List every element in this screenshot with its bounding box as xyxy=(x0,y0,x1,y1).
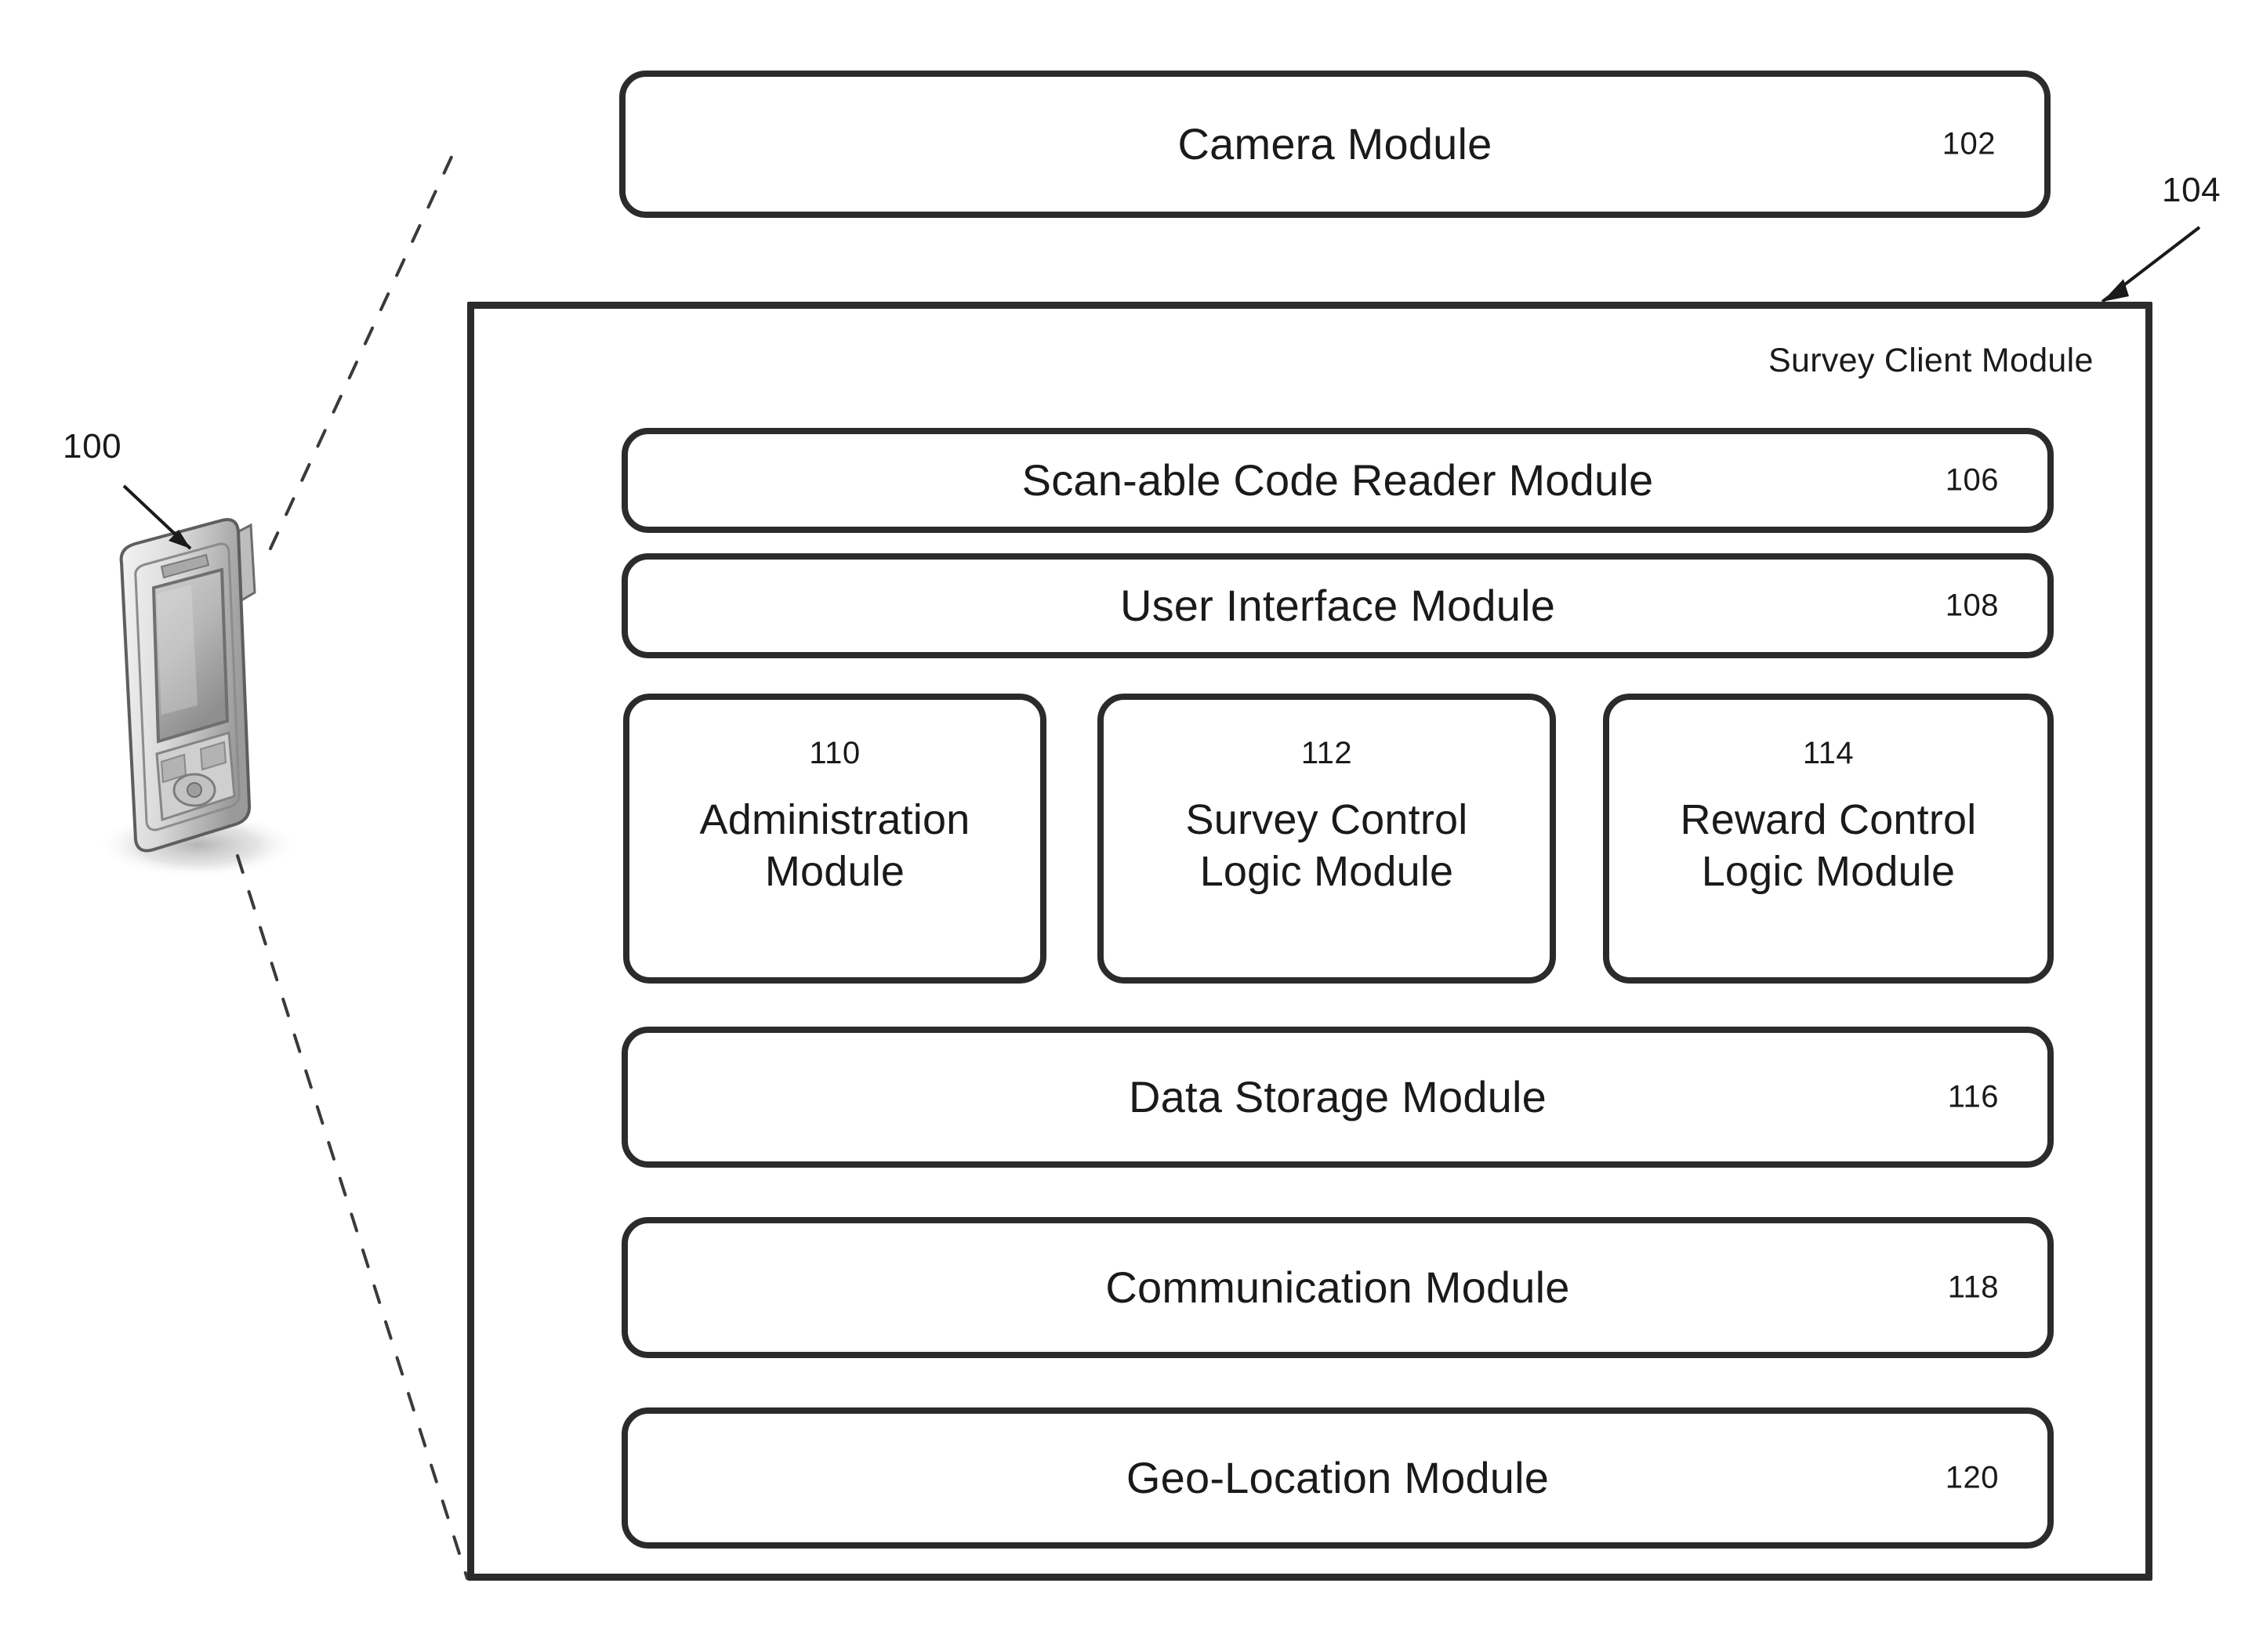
communication-module-box[interactable]: Communication Module 118 xyxy=(622,1217,2054,1358)
communication-module-label: Communication Module xyxy=(1105,1262,1570,1312)
camera-module-ref: 102 xyxy=(1942,126,1996,161)
phone-screen-glare xyxy=(157,585,198,715)
administration-module-label-line2: Module xyxy=(764,847,905,895)
survey-control-logic-module-label-line2: Logic Module xyxy=(1199,847,1454,895)
survey-control-logic-module-label-line1: Survey Control xyxy=(1185,796,1468,843)
geo-location-module-ref: 120 xyxy=(1945,1460,1999,1495)
survey-client-module-title: Survey Client Module xyxy=(1768,342,2094,379)
ref-104-leader xyxy=(2101,226,2201,303)
reward-control-logic-module-box[interactable]: 114 Reward Control Logic Module xyxy=(1603,694,2054,984)
phone-dpad-center-icon xyxy=(187,782,202,798)
geo-location-module-label: Geo-Location Module xyxy=(1126,1452,1550,1502)
data-storage-module-box[interactable]: Data Storage Module 116 xyxy=(622,1027,2054,1168)
administration-module-box[interactable]: 110 Administration Module xyxy=(623,694,1046,984)
administration-module-ref: 110 xyxy=(809,736,861,770)
phone-keypad-area xyxy=(155,731,236,822)
data-storage-module-label: Data Storage Module xyxy=(1128,1071,1547,1121)
communication-module-ref: 118 xyxy=(1947,1270,1999,1305)
survey-control-logic-module-ref: 112 xyxy=(1300,736,1353,770)
reward-control-logic-module-label-line1: Reward Control xyxy=(1680,796,1977,843)
reward-control-logic-module-ref: 114 xyxy=(1802,736,1855,770)
ref-100-leader xyxy=(122,484,192,550)
survey-control-logic-module-box[interactable]: 112 Survey Control Logic Module xyxy=(1097,694,1556,984)
phone-dpad-icon xyxy=(172,773,216,807)
administration-module-label-line1: Administration xyxy=(699,796,970,843)
ref-number-104: 104 xyxy=(2162,171,2221,209)
user-interface-module-box[interactable]: User Interface Module 108 xyxy=(622,553,2054,658)
ref-number-100: 100 xyxy=(63,427,122,466)
phone-earpiece-icon xyxy=(160,553,210,579)
phone-body xyxy=(119,518,252,853)
phone-bezel xyxy=(134,542,241,831)
reward-control-logic-module-label-line2: Logic Module xyxy=(1701,847,1956,895)
camera-module-box[interactable]: Camera Module 102 xyxy=(619,71,2051,218)
phone-antenna-icon xyxy=(228,523,256,607)
phone-softkey-left xyxy=(160,753,187,784)
scan-able-code-reader-module-label: Scan-able Code Reader Module xyxy=(1021,455,1654,505)
phone-shadow xyxy=(97,812,298,878)
geo-location-module-box[interactable]: Geo-Location Module 120 xyxy=(622,1407,2054,1549)
scan-able-code-reader-module-ref: 106 xyxy=(1945,462,1999,498)
callout-dashed-lower xyxy=(236,854,469,1580)
phone-softkey-right xyxy=(199,741,227,771)
user-interface-module-ref: 108 xyxy=(1945,588,1999,623)
phone-screen xyxy=(151,567,230,744)
data-storage-module-ref: 116 xyxy=(1947,1079,1999,1114)
figure-canvas: 100 104 Camera Module 102 Survey Client … xyxy=(0,0,2252,1652)
scan-able-code-reader-module-box[interactable]: Scan-able Code Reader Module 106 xyxy=(622,428,2054,533)
user-interface-module-label: User Interface Module xyxy=(1119,580,1556,630)
callout-dashed-upper xyxy=(269,152,455,550)
camera-module-label: Camera Module xyxy=(1177,118,1492,168)
